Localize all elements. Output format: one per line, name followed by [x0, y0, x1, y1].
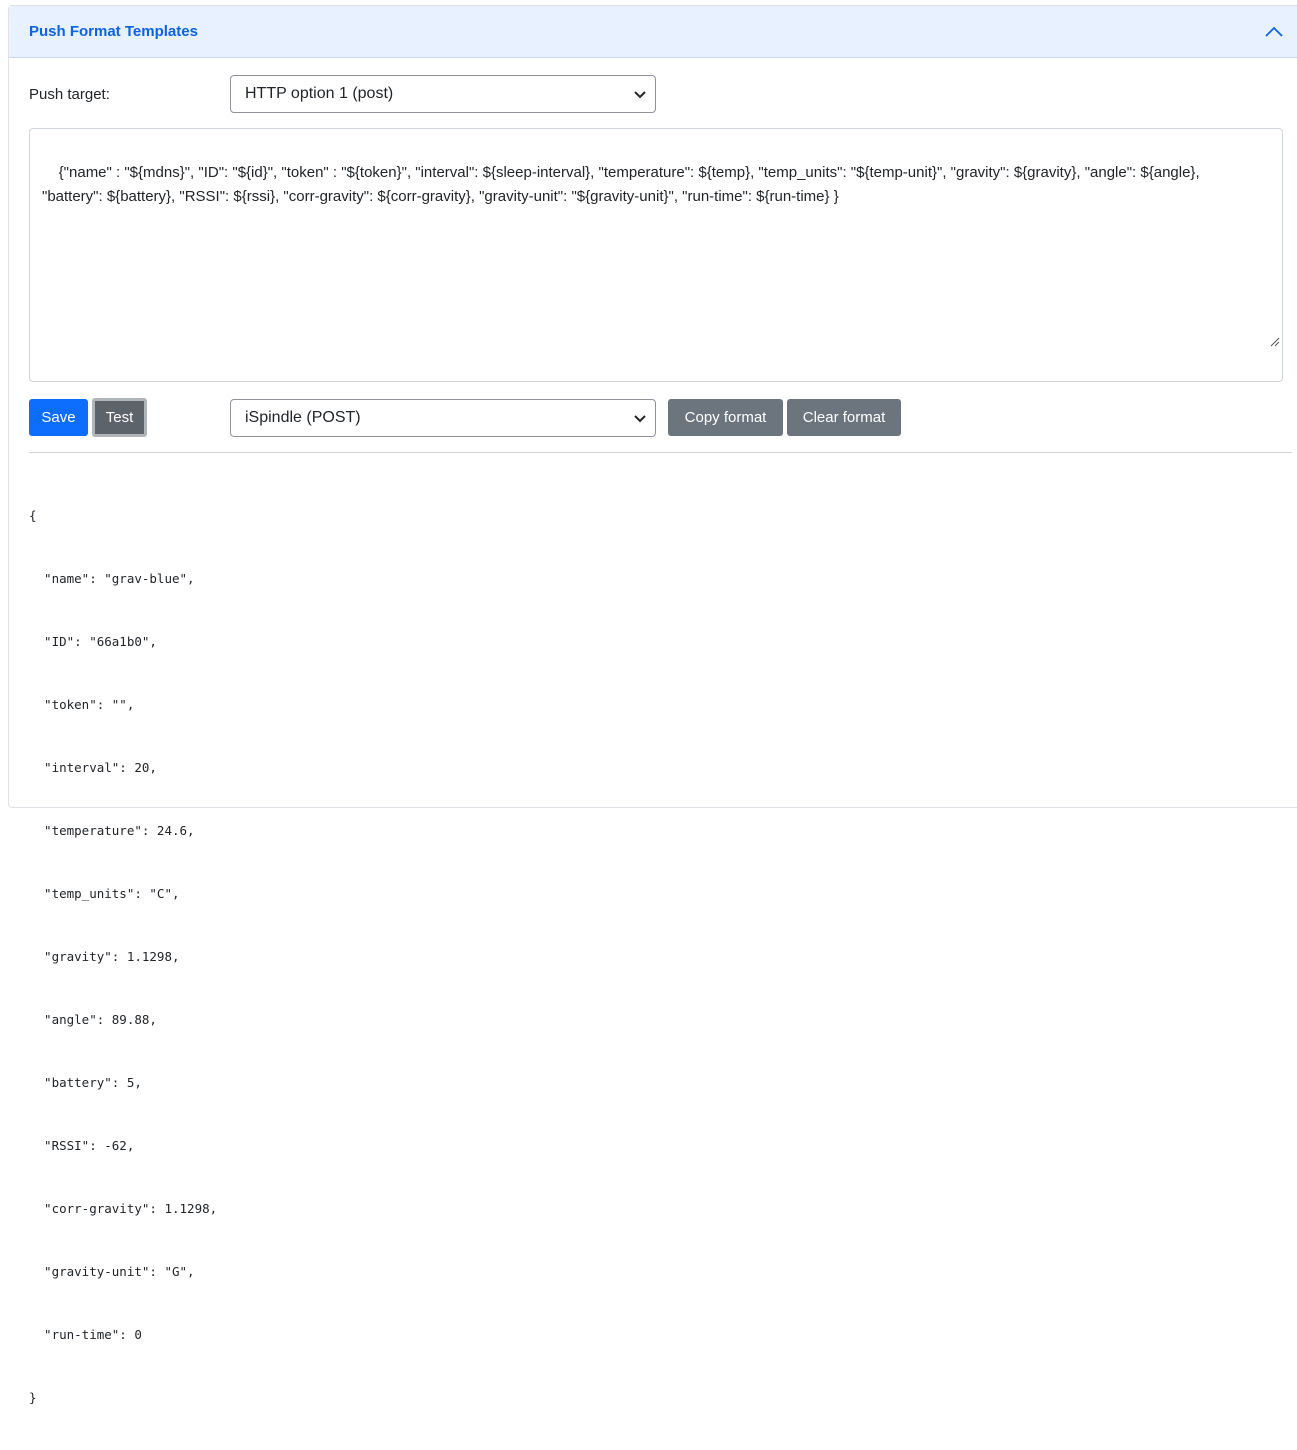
output-line: { [29, 508, 37, 523]
output-line: "gravity": 1.1298, [29, 949, 180, 964]
clear-format-button[interactable]: Clear format [787, 399, 901, 436]
save-button[interactable]: Save [29, 399, 88, 436]
template-textarea[interactable]: {"name" : "${mdns}", "ID": "${id}", "tok… [29, 128, 1283, 382]
output-line: "angle": 89.88, [29, 1012, 157, 1027]
copy-format-button[interactable]: Copy format [668, 399, 783, 436]
output-line: "ID": "66a1b0", [29, 634, 157, 649]
chevron-down-icon [633, 411, 647, 430]
push-target-label: Push target: [29, 86, 110, 103]
push-target-select[interactable]: HTTP option 1 (post) [230, 75, 656, 113]
test-output: { "name": "grav-blue", "ID": "66a1b0", "… [29, 463, 217, 1450]
template-select-value: iSpindle (POST) [245, 409, 361, 426]
chevron-up-icon[interactable] [1261, 19, 1287, 45]
card-header[interactable]: Push Format Templates [9, 6, 1297, 58]
chevron-down-icon [633, 87, 647, 106]
test-button[interactable]: Test [92, 398, 147, 437]
output-line: "battery": 5, [29, 1075, 142, 1090]
card-title: Push Format Templates [29, 23, 198, 40]
push-format-card: Push Format Templates Push target: HTTP … [8, 5, 1297, 1405]
template-select[interactable]: iSpindle (POST) [230, 399, 656, 437]
output-line: } [29, 1390, 37, 1405]
output-line: "run-time": 0 [29, 1327, 142, 1342]
output-line: "gravity-unit": "G", [29, 1264, 195, 1279]
resize-grip-icon[interactable] [1243, 307, 1280, 379]
output-line: "name": "grav-blue", [29, 571, 195, 586]
template-text: {"name" : "${mdns}", "ID": "${id}", "tok… [42, 164, 1200, 205]
output-line: "RSSI": -62, [29, 1138, 135, 1153]
output-line: "corr-gravity": 1.1298, [29, 1201, 218, 1216]
output-line: "temperature": 24.6, [29, 823, 195, 838]
output-line: "temp_units": "C", [29, 886, 180, 901]
output-line: "token": "", [29, 697, 135, 712]
divider [29, 452, 1292, 453]
output-line: "interval": 20, [29, 760, 157, 775]
push-target-value: HTTP option 1 (post) [245, 85, 394, 102]
